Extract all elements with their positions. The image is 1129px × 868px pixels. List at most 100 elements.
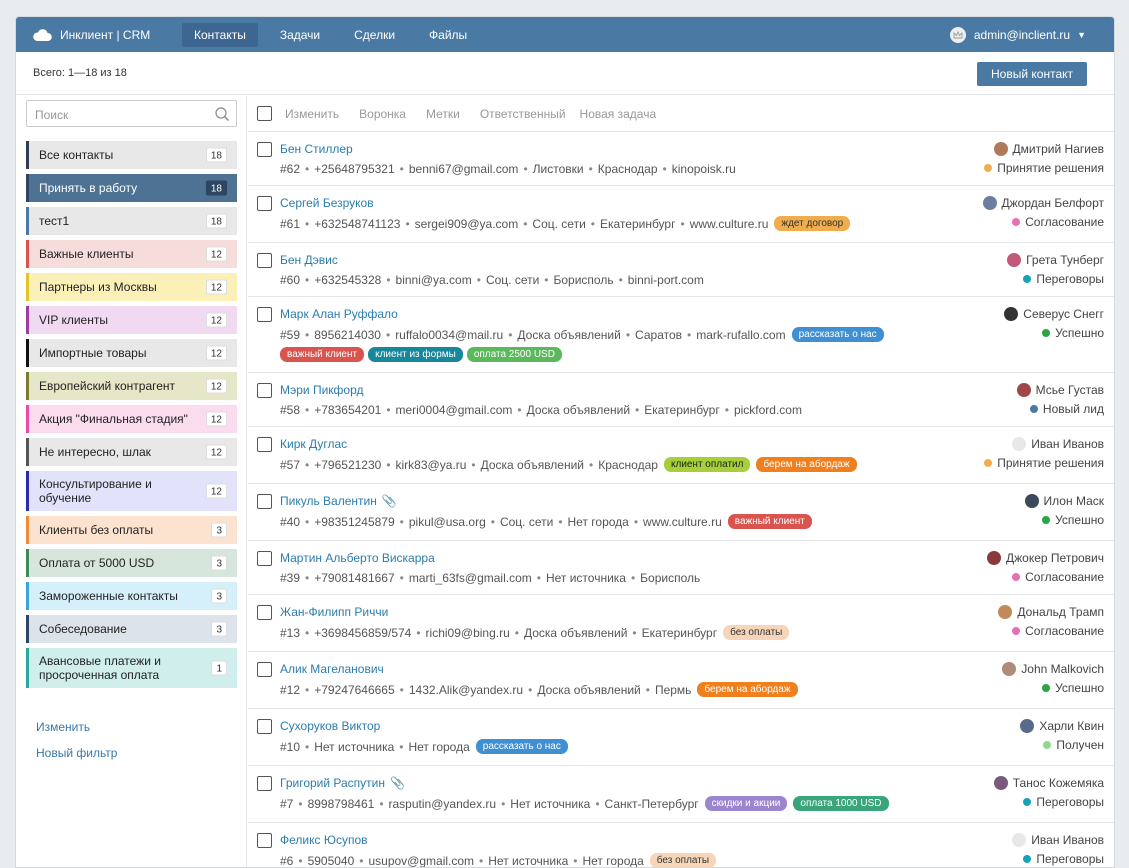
contact-name-link[interactable]: Бен Дэвис: [280, 253, 338, 267]
responsible-user[interactable]: Иван Иванов: [1012, 437, 1104, 451]
tag-badge[interactable]: клиент из формы: [368, 347, 463, 362]
responsible-user[interactable]: Танос Кожемяка: [993, 776, 1104, 790]
contact-row[interactable]: Бен Стиллер #62 • +25648795321 • benni67@gmai…: [248, 132, 1114, 186]
responsible-user[interactable]: Мсье Густав: [1016, 383, 1104, 397]
nav-files[interactable]: Файлы: [417, 23, 479, 47]
filter-item[interactable]: Важные клиенты 12: [26, 240, 237, 268]
row-checkbox[interactable]: [257, 253, 272, 268]
row-checkbox[interactable]: [257, 833, 272, 848]
filter-item[interactable]: Авансовые платежи и просроченная оплата 1: [26, 648, 237, 688]
new-contact-button[interactable]: Новый контакт: [977, 62, 1087, 86]
contact-name-link[interactable]: Феликс Юсупов: [280, 833, 368, 847]
contact-name-link[interactable]: Мэри Пикфорд: [280, 383, 364, 397]
tag-badge[interactable]: рассказать о нас: [791, 327, 884, 342]
row-checkbox[interactable]: [257, 551, 272, 566]
row-checkbox[interactable]: [257, 383, 272, 398]
filter-item[interactable]: Акция "Финальная стадия" 12: [26, 405, 237, 433]
contact-name-link[interactable]: Пикуль Валентин 📎: [280, 494, 397, 508]
responsible-user[interactable]: Иван Иванов: [1012, 833, 1104, 847]
tag-badge[interactable]: важный клиент: [280, 347, 365, 362]
nav-tasks[interactable]: Задачи: [268, 23, 332, 47]
tag-badge[interactable]: скидки и акции: [704, 796, 788, 811]
contact-name-link[interactable]: Мартин Альберто Вискарра: [280, 551, 435, 565]
responsible-user[interactable]: Грета Тунберг: [1007, 253, 1104, 267]
tag-badge[interactable]: берем на абордаж: [697, 682, 798, 697]
toolbar-funnel[interactable]: Воронка: [359, 107, 406, 121]
filter-item[interactable]: VIP клиенты 12: [26, 306, 237, 334]
contact-row[interactable]: Сергей Безруков #61 • +632548741123 • sergei9…: [248, 186, 1114, 243]
filter-item[interactable]: Оплата от 5000 USD 3: [26, 549, 237, 577]
tag-badge[interactable]: оплата 1000 USD: [793, 796, 889, 811]
filter-item[interactable]: Партнеры из Москвы 12: [26, 273, 237, 301]
responsible-user[interactable]: Джокер Петрович: [987, 551, 1104, 565]
contact-row[interactable]: Григорий Распутин 📎 #7 • 8998798461 • rasputin…: [248, 766, 1114, 823]
search-input[interactable]: Поиск: [26, 100, 237, 127]
contact-name-link[interactable]: Кирк Дуглас: [280, 437, 347, 451]
row-checkbox[interactable]: [257, 662, 272, 677]
row-checkbox[interactable]: [257, 142, 272, 157]
row-checkbox[interactable]: [257, 776, 272, 791]
tag-badge[interactable]: оплата 2500 USD: [466, 347, 562, 362]
filter-item[interactable]: Принять в работу 18: [26, 174, 237, 202]
filter-count-badge: 3: [211, 621, 227, 637]
contact-row[interactable]: Алик Магеланович #12 • +79247646665 • 1432.Al…: [248, 652, 1114, 709]
contact-row[interactable]: Жан-Филипп Риччи #13 • +3698456859/574 • rich…: [248, 595, 1114, 652]
contact-row[interactable]: Мэри Пикфорд #58 • +783654201 • meri0004@gmai…: [248, 373, 1114, 427]
row-checkbox[interactable]: [257, 437, 272, 452]
responsible-user[interactable]: Джордан Белфорт: [982, 196, 1104, 210]
responsible-user[interactable]: Северус Снегг: [1004, 307, 1104, 321]
tag-badge[interactable]: рассказать о нас: [475, 739, 568, 754]
row-checkbox[interactable]: [257, 494, 272, 509]
filter-item[interactable]: тест1 18: [26, 207, 237, 235]
tag-badge[interactable]: без оплаты: [649, 853, 717, 867]
new-filter-link[interactable]: Новый фильтр: [36, 746, 117, 760]
row-checkbox[interactable]: [257, 307, 272, 322]
contact-row[interactable]: Бен Дэвис #60 • +632545328 • binni@ya.com • Соц…: [248, 243, 1114, 297]
contact-name-link[interactable]: Григорий Распутин 📎: [280, 776, 405, 790]
contact-row[interactable]: Сухоруков Виктор #10 • Нет источника • Нет го…: [248, 709, 1114, 766]
filter-item[interactable]: Все контакты 18: [26, 141, 237, 169]
row-checkbox[interactable]: [257, 605, 272, 620]
responsible-user[interactable]: Дональд Трамп: [998, 605, 1104, 619]
filter-item[interactable]: Импортные товары 12: [26, 339, 237, 367]
tag-badge[interactable]: клиент оплатил: [663, 457, 751, 472]
filter-item[interactable]: Европейский контрагент 12: [26, 372, 237, 400]
toolbar-tags[interactable]: Метки: [426, 107, 460, 121]
toolbar-edit[interactable]: Изменить: [285, 107, 339, 121]
contact-name-link[interactable]: Марк Алан Руффало: [280, 307, 398, 321]
contact-row[interactable]: Феликс Юсупов #6 • 5905040 • usupov@gmail.com…: [248, 823, 1114, 867]
contact-name-link[interactable]: Алик Магеланович: [280, 662, 384, 676]
brand[interactable]: Инклиент | CRM: [32, 28, 182, 42]
responsible-user[interactable]: Илон Маск: [1024, 494, 1104, 508]
contact-name-link[interactable]: Бен Стиллер: [280, 142, 353, 156]
contact-row[interactable]: Кирк Дуглас #57 • +796521230 • kirk83@ya.ru • Д…: [248, 427, 1114, 484]
filter-item[interactable]: Клиенты без оплаты 3: [26, 516, 237, 544]
toolbar-responsible[interactable]: Ответственный: [480, 107, 566, 121]
nav-deals[interactable]: Сделки: [342, 23, 407, 47]
contact-name-link[interactable]: Жан-Филипп Риччи: [280, 605, 388, 619]
filter-item[interactable]: Замороженные контакты 3: [26, 582, 237, 610]
tag-badge[interactable]: без оплаты: [723, 625, 790, 640]
nav-contacts[interactable]: Контакты: [182, 22, 258, 47]
contact-name-link[interactable]: Сергей Безруков: [280, 196, 374, 210]
contact-row[interactable]: Мартин Альберто Вискарра #39 • +79081481667…: [248, 541, 1114, 595]
responsible-user[interactable]: John Malkovich: [1002, 662, 1104, 676]
edit-filters-link[interactable]: Изменить: [36, 720, 90, 734]
row-checkbox[interactable]: [257, 196, 272, 211]
filter-item[interactable]: Консультирование и обучение 12: [26, 471, 237, 511]
contact-name-link[interactable]: Сухоруков Виктор: [280, 719, 380, 733]
filter-item[interactable]: Не интересно, шлак 12: [26, 438, 237, 466]
responsible-user[interactable]: Дмитрий Нагиев: [993, 142, 1104, 156]
contact-name: Бен Дэвис: [280, 253, 338, 267]
tag-badge[interactable]: важный клиент: [727, 514, 812, 529]
toolbar-new-task[interactable]: Новая задача: [580, 107, 657, 121]
row-checkbox[interactable]: [257, 719, 272, 734]
tag-badge[interactable]: ждет договор: [774, 216, 851, 231]
select-all-checkbox[interactable]: [257, 106, 272, 121]
contact-row[interactable]: Марк Алан Руффало #59 • 8956214030 • ruffalo0…: [248, 297, 1114, 373]
filter-item[interactable]: Собеседование 3: [26, 615, 237, 643]
contact-row[interactable]: Пикуль Валентин 📎 #40 • +98351245879 • pikul@u…: [248, 484, 1114, 541]
user-menu[interactable]: admin@inclient.ru ▼: [949, 17, 1086, 52]
responsible-user[interactable]: Харли Квин: [1020, 719, 1104, 733]
tag-badge[interactable]: берем на абордаж: [756, 457, 857, 472]
